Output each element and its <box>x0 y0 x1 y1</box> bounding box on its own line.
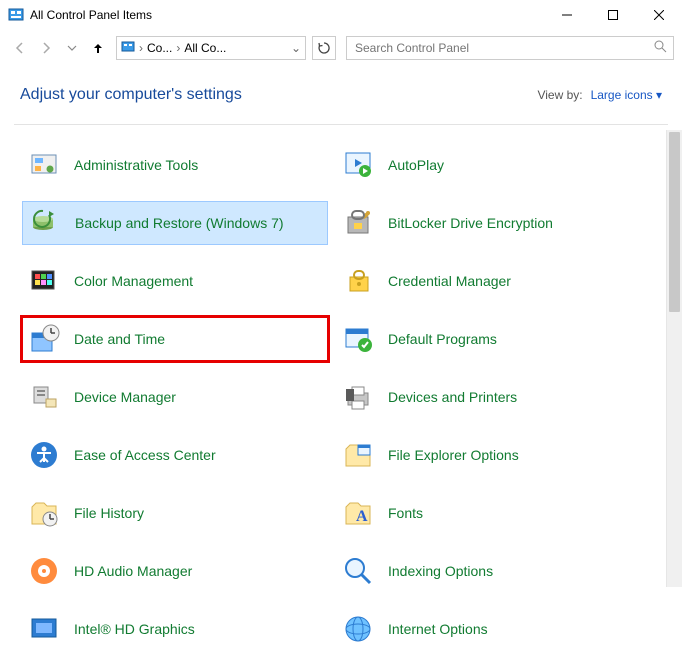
cp-item-label: Fonts <box>388 505 423 521</box>
up-button[interactable] <box>86 36 110 60</box>
cp-item-audio[interactable]: HD Audio Manager <box>22 549 328 593</box>
intel-icon <box>28 613 60 645</box>
backup-icon <box>29 207 61 239</box>
cp-item-credential[interactable]: Credential Manager <box>336 259 642 303</box>
back-button[interactable] <box>8 36 32 60</box>
maximize-button[interactable] <box>590 0 636 30</box>
cp-item-label: Default Programs <box>388 331 497 347</box>
cp-item-label: Administrative Tools <box>74 157 198 173</box>
chevron-right-icon: › <box>139 41 143 55</box>
chevron-down-icon[interactable]: ⌄ <box>291 41 301 55</box>
cp-item-indexing[interactable]: Indexing Options <box>336 549 642 593</box>
control-panel-icon <box>121 40 135 57</box>
minimize-button[interactable] <box>544 0 590 30</box>
cp-item-fonts[interactable]: A Fonts <box>336 491 642 535</box>
search-input[interactable] <box>353 40 654 56</box>
cp-item-ease[interactable]: Ease of Access Center <box>22 433 328 477</box>
credential-icon <box>342 265 374 297</box>
cp-item-backup[interactable]: Backup and Restore (Windows 7) <box>22 201 328 245</box>
internet-icon <box>342 613 374 645</box>
viewby-dropdown[interactable]: Large icons ▾ <box>591 88 662 102</box>
cp-item-color[interactable]: Color Management <box>22 259 328 303</box>
close-button[interactable] <box>636 0 682 30</box>
audio-icon <box>28 555 60 587</box>
folder-opt-icon <box>342 439 374 471</box>
cp-item-admin-tools[interactable]: Administrative Tools <box>22 143 328 187</box>
cp-item-label: Device Manager <box>74 389 176 405</box>
file-history-icon <box>28 497 60 529</box>
ease-icon <box>28 439 60 471</box>
cp-item-label: HD Audio Manager <box>74 563 192 579</box>
search-box[interactable] <box>346 36 674 60</box>
window-title: All Control Panel Items <box>30 8 544 22</box>
breadcrumb-part1[interactable]: Co... <box>147 41 172 55</box>
cp-item-label: File History <box>74 505 144 521</box>
cp-item-label: Credential Manager <box>388 273 511 289</box>
scrollbar-thumb[interactable] <box>669 132 680 312</box>
cp-item-label: Indexing Options <box>388 563 493 579</box>
color-icon <box>28 265 60 297</box>
fonts-icon: A <box>342 497 374 529</box>
viewby-label: View by: <box>537 88 582 102</box>
address-bar[interactable]: › Co... › All Co... ⌄ <box>116 36 306 60</box>
cp-item-label: Ease of Access Center <box>74 447 216 463</box>
navbar: › Co... › All Co... ⌄ <box>0 30 682 66</box>
cp-item-printers[interactable]: Devices and Printers <box>336 375 642 419</box>
device-mgr-icon <box>28 381 60 413</box>
recent-button[interactable] <box>60 36 84 60</box>
cp-item-label: Color Management <box>74 273 193 289</box>
titlebar: All Control Panel Items <box>0 0 682 30</box>
autoplay-icon <box>342 149 374 181</box>
cp-item-clock[interactable]: Date and Time <box>22 317 328 361</box>
scrollbar[interactable] <box>666 130 682 587</box>
printers-icon <box>342 381 374 413</box>
cp-item-intel[interactable]: Intel® HD Graphics <box>22 607 328 651</box>
cp-item-label: Date and Time <box>74 331 165 347</box>
cp-item-autoplay[interactable]: AutoPlay <box>336 143 642 187</box>
cp-item-folder-opt[interactable]: File Explorer Options <box>336 433 642 477</box>
forward-button[interactable] <box>34 36 58 60</box>
bitlocker-icon <box>342 207 374 239</box>
control-panel-icon <box>8 7 24 23</box>
heading-row: Adjust your computer's settings View by:… <box>0 66 682 112</box>
cp-item-label: Devices and Printers <box>388 389 517 405</box>
items-grid: Administrative Tools AutoPlay Backup and R… <box>0 125 682 661</box>
cp-item-label: File Explorer Options <box>388 447 519 463</box>
cp-item-bitlocker[interactable]: BitLocker Drive Encryption <box>336 201 642 245</box>
page-heading: Adjust your computer's settings <box>20 86 242 104</box>
chevron-down-icon: ▾ <box>656 88 662 102</box>
cp-item-label: BitLocker Drive Encryption <box>388 215 553 231</box>
search-icon[interactable] <box>654 40 667 56</box>
cp-item-file-history[interactable]: File History <box>22 491 328 535</box>
breadcrumb-part2[interactable]: All Co... <box>184 41 226 55</box>
svg-text:A: A <box>356 508 368 525</box>
admin-tools-icon <box>28 149 60 181</box>
cp-item-label: Internet Options <box>388 621 488 637</box>
indexing-icon <box>342 555 374 587</box>
cp-item-label: Intel® HD Graphics <box>74 621 195 637</box>
cp-item-default-prog[interactable]: Default Programs <box>336 317 642 361</box>
clock-icon <box>28 323 60 355</box>
chevron-right-icon: › <box>176 41 180 55</box>
default-prog-icon <box>342 323 374 355</box>
cp-item-label: AutoPlay <box>388 157 444 173</box>
refresh-button[interactable] <box>312 36 336 60</box>
cp-item-label: Backup and Restore (Windows 7) <box>75 215 284 231</box>
cp-item-device-mgr[interactable]: Device Manager <box>22 375 328 419</box>
cp-item-internet[interactable]: Internet Options <box>336 607 642 651</box>
